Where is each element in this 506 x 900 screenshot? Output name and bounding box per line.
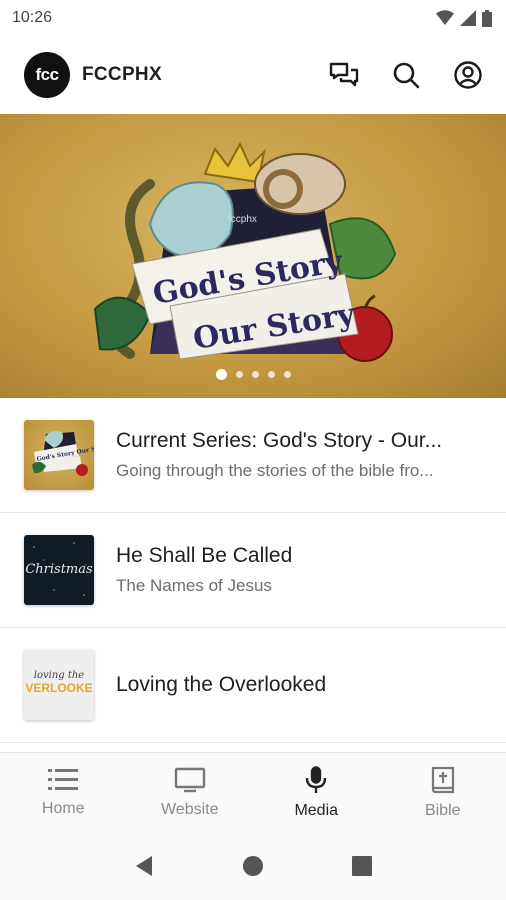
item-subtitle: The Names of Jesus [116, 576, 272, 595]
carousel-dot[interactable] [235, 371, 243, 378]
status-icons [436, 9, 492, 27]
list-item[interactable]: God's Story Our Story Current Series: Go… [0, 398, 506, 513]
item-title: Current Series: God's Story - Our... [116, 429, 443, 452]
app-actions [328, 59, 484, 91]
series-thumbnail: Christmas [24, 535, 94, 605]
nav-label: Home [41, 799, 85, 817]
bottom-nav: Home Website Media Bible [0, 752, 506, 832]
item-title: Loving the Overlooked [116, 673, 327, 696]
item-subtitle: Going through the stories of the bible f… [116, 461, 434, 480]
search-icon[interactable] [390, 59, 422, 91]
nav-label: Media [294, 801, 339, 819]
account-icon[interactable] [452, 59, 484, 91]
hero-artwork: God's Story Our Story fccphx [93, 141, 397, 362]
hero-brand: fccphx [228, 214, 257, 225]
nav-home[interactable]: Home [0, 753, 127, 832]
monitor-icon [174, 767, 205, 792]
thumb-text-2: VERLOOKE [25, 681, 92, 695]
app-logo[interactable]: fcc [24, 52, 70, 98]
carousel-dot[interactable] [283, 371, 291, 378]
status-bar: 10:26 [0, 0, 506, 36]
nav-media[interactable]: Media [253, 753, 380, 832]
carousel-dot[interactable] [215, 369, 227, 380]
microphone-icon [306, 765, 327, 793]
chat-icon[interactable] [328, 59, 360, 91]
back-button[interactable] [124, 846, 164, 886]
nav-label: Bible [424, 801, 461, 819]
status-time: 10:26 [12, 9, 53, 26]
app-bar: fcc FCCPHX [0, 36, 506, 114]
home-button[interactable] [233, 846, 273, 886]
carousel-dot[interactable] [267, 371, 275, 378]
nav-label: Website [160, 800, 219, 818]
hero-banner[interactable]: God's Story Our Story fccphx [0, 114, 506, 398]
carousel-dot[interactable] [251, 371, 259, 378]
signal-icon [460, 10, 476, 26]
bible-icon [431, 766, 454, 793]
series-thumbnail: God's Story Our Story [24, 420, 94, 490]
recents-button[interactable] [342, 846, 382, 886]
series-list: God's Story Our Story Current Series: Go… [0, 398, 506, 743]
list-item[interactable]: loving the VERLOOKE Loving the Overlooke… [0, 628, 506, 743]
wifi-icon [436, 10, 454, 25]
carousel-indicator [0, 369, 506, 380]
nav-website[interactable]: Website [127, 753, 254, 832]
back-icon [136, 856, 153, 876]
nav-bible[interactable]: Bible [380, 753, 506, 832]
thumb-text-1: loving the [34, 670, 85, 681]
item-title: He Shall Be Called [116, 544, 293, 567]
thumb-text: Christmas [25, 562, 93, 577]
app-title: FCCPHX [82, 64, 162, 85]
recents-icon [351, 856, 372, 876]
system-nav-bar [0, 832, 506, 900]
series-thumbnail: loving the VERLOOKE [24, 650, 94, 720]
home-circle-icon [242, 856, 263, 876]
list-item[interactable]: Christmas He Shall Be Called The Names o… [0, 513, 506, 628]
battery-icon [482, 9, 492, 27]
list-icon [48, 768, 79, 790]
